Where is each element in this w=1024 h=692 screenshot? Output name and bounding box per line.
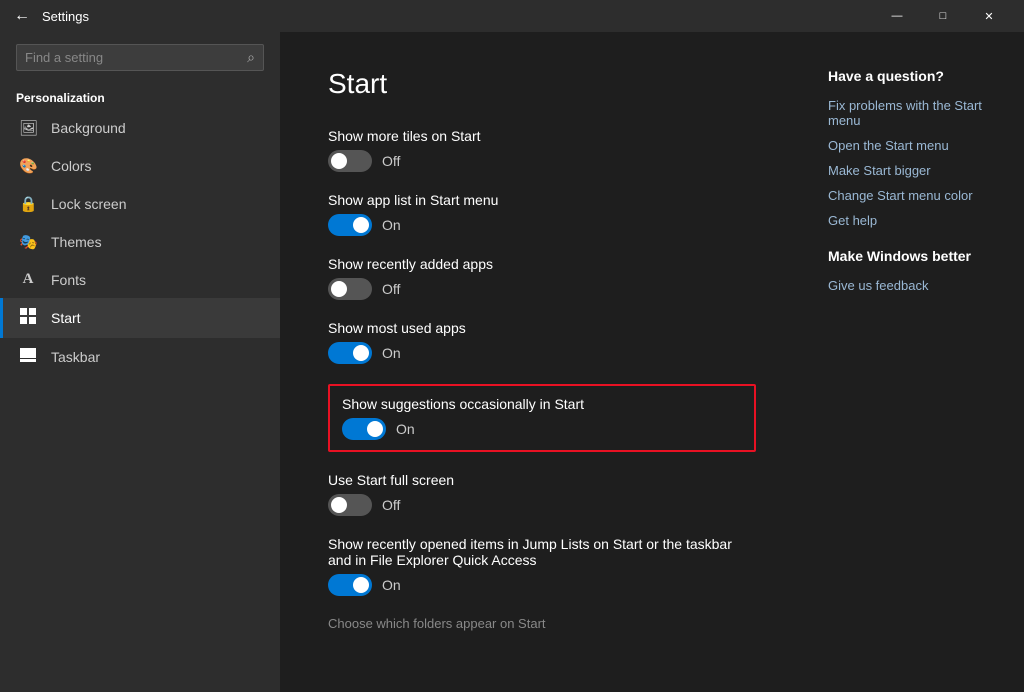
toggle-row: Off xyxy=(328,150,756,172)
search-box[interactable]: ⌕ xyxy=(16,44,264,71)
sidebar-item-label: Start xyxy=(51,310,81,326)
toggle-show-recent-items[interactable] xyxy=(328,574,372,596)
right-panel-link-fix-problems[interactable]: Fix problems with the Start menu xyxy=(828,98,1000,128)
toggle-status: On xyxy=(382,345,401,361)
right-panel: Have a question? Fix problems with the S… xyxy=(804,32,1024,692)
toggle-status: Off xyxy=(382,281,400,297)
main-content: Start Show more tiles on Start Off Show … xyxy=(280,32,804,692)
setting-show-more-tiles: Show more tiles on Start Off xyxy=(328,128,756,172)
setting-use-full-screen: Use Start full screen Off xyxy=(328,472,756,516)
taskbar-icon xyxy=(19,348,37,366)
setting-show-most-used: Show most used apps On xyxy=(328,320,756,364)
setting-label: Show app list in Start menu xyxy=(328,192,756,208)
toggle-use-full-screen[interactable] xyxy=(328,494,372,516)
toggle-row: On xyxy=(342,418,742,440)
setting-label: Show most used apps xyxy=(328,320,756,336)
setting-label: Show recently added apps xyxy=(328,256,756,272)
sidebar-item-lock-screen[interactable]: 🔒 Lock screen xyxy=(0,185,280,223)
toggle-status: On xyxy=(382,217,401,233)
titlebar: ← Settings — □ ✕ xyxy=(0,0,1024,32)
right-panel-link-open-start[interactable]: Open the Start menu xyxy=(828,138,1000,153)
toggle-show-most-used[interactable] xyxy=(328,342,372,364)
colors-icon: 🎨 xyxy=(19,157,37,175)
setting-show-app-list: Show app list in Start menu On xyxy=(328,192,756,236)
setting-label: Show suggestions occasionally in Start xyxy=(342,396,742,412)
toggle-status: Off xyxy=(382,497,400,513)
choose-folders-link[interactable]: Choose which folders appear on Start xyxy=(328,616,756,631)
sidebar-item-label: Background xyxy=(51,120,126,136)
setting-label: Show recently opened items in Jump Lists… xyxy=(328,536,756,568)
toggle-thumb xyxy=(367,421,383,437)
themes-icon: 🎭 xyxy=(19,233,37,251)
toggle-row: Off xyxy=(328,278,756,300)
setting-label: Show more tiles on Start xyxy=(328,128,756,144)
setting-label: Use Start full screen xyxy=(328,472,756,488)
sidebar-section-label: Personalization xyxy=(0,83,280,109)
fonts-icon: A xyxy=(19,271,37,288)
window-controls: — □ ✕ xyxy=(874,0,1012,32)
right-panel-link-give-feedback[interactable]: Give us feedback xyxy=(828,278,1000,293)
app-body: ⌕ Personalization 🖼 Background 🎨 Colors … xyxy=(0,32,1024,692)
sidebar-item-fonts[interactable]: A Fonts xyxy=(0,261,280,298)
sidebar-item-label: Themes xyxy=(51,234,102,250)
toggle-row: On xyxy=(328,214,756,236)
start-icon xyxy=(19,308,37,328)
sidebar-item-background[interactable]: 🖼 Background xyxy=(0,109,280,147)
toggle-show-suggestions[interactable] xyxy=(342,418,386,440)
toggle-thumb xyxy=(353,345,369,361)
search-input[interactable] xyxy=(25,50,247,65)
toggle-row: Off xyxy=(328,494,756,516)
right-panel-link-change-color[interactable]: Change Start menu color xyxy=(828,188,1000,203)
close-button[interactable]: ✕ xyxy=(966,0,1012,32)
sidebar-item-label: Taskbar xyxy=(51,349,100,365)
toggle-row: On xyxy=(328,574,756,596)
toggle-thumb xyxy=(331,497,347,513)
search-icon: ⌕ xyxy=(247,49,255,66)
sidebar-item-label: Lock screen xyxy=(51,196,126,212)
background-icon: 🖼 xyxy=(19,119,37,137)
toggle-thumb xyxy=(353,217,369,233)
toggle-thumb xyxy=(331,153,347,169)
sidebar-item-start[interactable]: Start xyxy=(0,298,280,338)
toggle-thumb xyxy=(353,577,369,593)
toggle-show-app-list[interactable] xyxy=(328,214,372,236)
maximize-button[interactable]: □ xyxy=(920,0,966,32)
page-title: Start xyxy=(328,68,756,100)
toggle-status: On xyxy=(382,577,401,593)
sidebar-item-taskbar[interactable]: Taskbar xyxy=(0,338,280,376)
toggle-status: On xyxy=(396,421,415,437)
minimize-button[interactable]: — xyxy=(874,0,920,32)
lock-screen-icon: 🔒 xyxy=(19,195,37,213)
toggle-thumb xyxy=(331,281,347,297)
setting-show-suggestions-highlighted: Show suggestions occasionally in Start O… xyxy=(328,384,756,452)
sidebar-item-label: Colors xyxy=(51,158,91,174)
setting-show-recently-added: Show recently added apps Off xyxy=(328,256,756,300)
toggle-show-recently-added[interactable] xyxy=(328,278,372,300)
titlebar-title: Settings xyxy=(42,9,874,24)
toggle-status: Off xyxy=(382,153,400,169)
back-button[interactable]: ← xyxy=(12,6,32,26)
right-panel-link-make-bigger[interactable]: Make Start bigger xyxy=(828,163,1000,178)
sidebar-item-themes[interactable]: 🎭 Themes xyxy=(0,223,280,261)
setting-show-recent-items: Show recently opened items in Jump Lists… xyxy=(328,536,756,596)
sidebar-item-label: Fonts xyxy=(51,272,86,288)
toggle-row: On xyxy=(328,342,756,364)
right-panel-link-get-help[interactable]: Get help xyxy=(828,213,1000,228)
right-panel-section-2-title: Make Windows better xyxy=(828,248,1000,264)
toggle-show-more-tiles[interactable] xyxy=(328,150,372,172)
sidebar: ⌕ Personalization 🖼 Background 🎨 Colors … xyxy=(0,32,280,692)
sidebar-item-colors[interactable]: 🎨 Colors xyxy=(0,147,280,185)
right-panel-section-1-title: Have a question? xyxy=(828,68,1000,84)
